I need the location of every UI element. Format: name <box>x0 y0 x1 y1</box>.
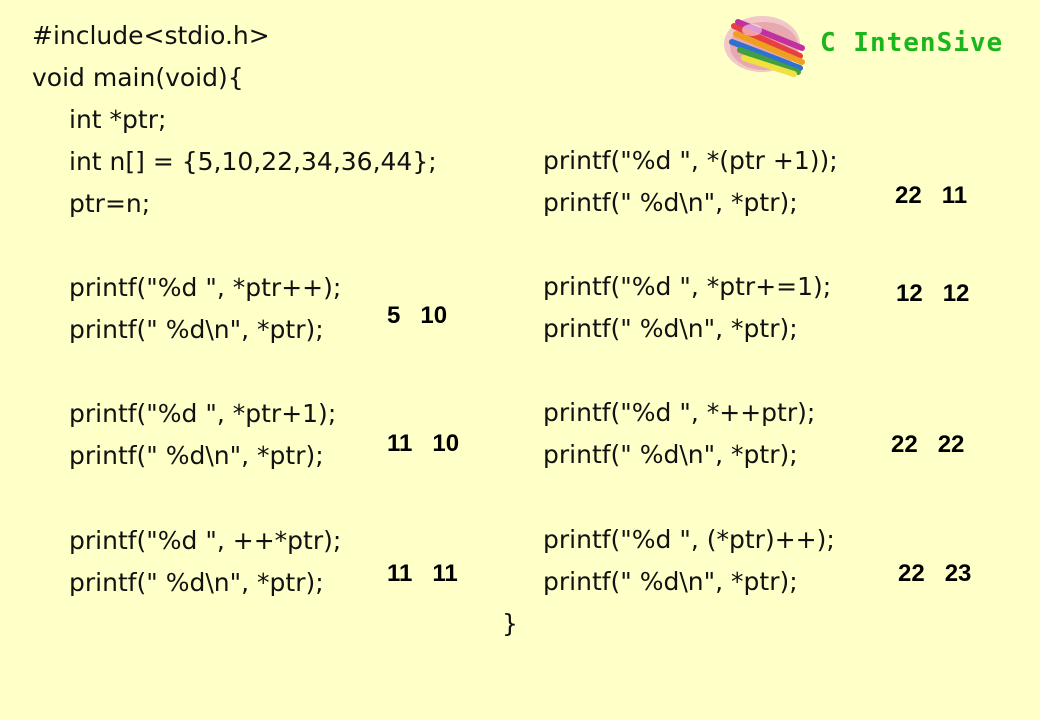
closing-brace: } <box>502 609 518 638</box>
code-line: printf(" %d\n", *ptr); <box>69 441 324 470</box>
code-line: printf("%d ", *(ptr +1)); <box>543 146 838 175</box>
logo-title: C IntenSive <box>820 28 1004 58</box>
code-line: printf(" %d\n", *ptr); <box>543 567 798 596</box>
code-line: int n[] = {5,10,22,34,36,44}; <box>69 147 437 176</box>
code-line: printf(" %d\n", *ptr); <box>69 315 324 344</box>
code-line: printf("%d ", *++ptr); <box>543 398 816 427</box>
output-value: 22 22 <box>891 431 965 458</box>
code-line: printf("%d ", *ptr+1); <box>69 399 337 428</box>
code-line: printf(" %d\n", *ptr); <box>543 314 798 343</box>
code-line: printf("%d ", ++*ptr); <box>69 526 342 555</box>
output-value: 5 10 <box>387 302 448 329</box>
output-value: 12 12 <box>896 280 970 307</box>
output-value: 11 11 <box>387 560 458 587</box>
code-line: void main(void){ <box>32 63 244 92</box>
code-line: printf(" %d\n", *ptr); <box>69 568 324 597</box>
code-line: printf("%d ", (*ptr)++); <box>543 525 835 554</box>
code-line: printf(" %d\n", *ptr); <box>543 188 798 217</box>
output-value: 11 10 <box>387 430 460 457</box>
code-line: ptr=n; <box>69 189 151 218</box>
code-line: int *ptr; <box>69 105 167 134</box>
code-line: printf("%d ", *ptr+=1); <box>543 272 832 301</box>
output-value: 22 23 <box>898 560 972 587</box>
code-line: printf("%d ", *ptr++); <box>69 273 342 302</box>
code-line: printf(" %d\n", *ptr); <box>543 440 798 469</box>
code-line: #include<stdio.h> <box>32 21 270 50</box>
output-value: 22 11 <box>895 182 968 209</box>
